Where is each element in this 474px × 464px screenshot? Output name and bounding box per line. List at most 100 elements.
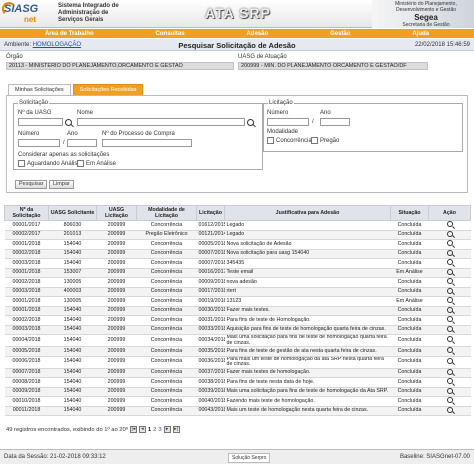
ano-label: Ano [67, 131, 78, 137]
ambiente-link[interactable]: HOMOLOGAÇÃO [33, 42, 81, 48]
col-uasg-solicitante: UASG Solicitante [48, 205, 97, 221]
pesquisar-button[interactable]: Pesquisar [15, 180, 48, 189]
nav-ajuda[interactable]: Ajuda [412, 31, 429, 37]
filter-panel: Solicitação Nº da UASG Nome Número / Ano… [6, 95, 468, 193]
nav-consultas[interactable]: Consultas [156, 31, 185, 37]
col-modalidade: Modalidade de Licitação [136, 205, 197, 221]
view-detail-icon[interactable] [446, 406, 453, 413]
view-detail-icon[interactable] [446, 387, 453, 394]
org-info: Ministério do Planejamento, Desenvolvime… [380, 1, 472, 28]
header: SIASG net Sistema Integrado de Administr… [0, 0, 474, 28]
last-page-icon[interactable]: ▸| [172, 426, 180, 433]
concorrencia-checkbox[interactable] [267, 137, 274, 144]
ambiente: Ambiente: HOMOLOGAÇÃO [4, 42, 81, 48]
lic-numero-input[interactable] [267, 118, 309, 126]
cell-justificativa: rtert [224, 287, 391, 297]
ano-input[interactable] [67, 139, 97, 147]
page-1[interactable]: 1 [148, 427, 151, 433]
cell-situacao: Concluída [390, 239, 429, 250]
cell-acao [428, 287, 471, 297]
table-row: 00002/2018 154040 200999 Concorrência 00031/… [4, 315, 471, 326]
concorrencia-label: Concorrência [276, 138, 312, 144]
system-name-line: Serviços Gerais [58, 17, 104, 23]
em-analise-checkbox[interactable] [77, 160, 84, 167]
view-detail-icon[interactable] [446, 368, 453, 375]
uasg-search-icon[interactable] [65, 119, 72, 126]
siasg-logo[interactable]: SIASG net [2, 2, 56, 26]
cell-modalidade: Concorrência [136, 406, 197, 416]
cell-numero: 00002/2018 [4, 249, 49, 259]
view-detail-icon[interactable] [446, 221, 453, 227]
view-detail-icon[interactable] [446, 316, 453, 322]
nome-search-icon[interactable] [247, 119, 254, 126]
cell-acao [428, 346, 471, 357]
table-row: 00010/2018 154040 200999 Concorrência 00040/… [4, 396, 471, 407]
processo-input[interactable] [102, 139, 192, 147]
lic-ano-input[interactable] [320, 118, 350, 126]
cell-uasg-licitacao: 200999 [96, 249, 137, 259]
tab-minhas-solicitacoes[interactable]: Minhas Solicitações [8, 84, 71, 95]
aguardando-checkbox[interactable] [18, 160, 25, 167]
app-title: ATA SRP [205, 5, 271, 21]
view-detail-icon[interactable] [446, 357, 453, 364]
cell-justificativa: 13123 [224, 296, 391, 307]
view-detail-icon[interactable] [446, 306, 453, 313]
cell-numero: 00003/2018 [4, 287, 49, 297]
nav-adesao[interactable]: Adesão [246, 31, 268, 37]
uasg-input[interactable] [18, 118, 63, 126]
table-row: 00007/2018 154040 200999 Concorrência 00037/… [4, 368, 471, 378]
em-analise-label: Em Análise [86, 161, 117, 167]
prev-page-icon[interactable]: ◂ [138, 426, 146, 433]
page-2[interactable]: 2 [153, 427, 156, 433]
view-detail-icon[interactable] [446, 240, 453, 246]
cell-acao [428, 296, 471, 307]
view-detail-icon[interactable] [446, 230, 453, 237]
view-detail-icon[interactable] [446, 287, 453, 294]
first-page-icon[interactable]: |◂ [129, 426, 137, 433]
cell-uasg-solicitante: 154040 [48, 315, 97, 326]
cell-acao [428, 315, 471, 326]
cell-uasg-solicitante: 154040 [48, 368, 97, 378]
nav-area-de-trabalho[interactable]: Área de Trabalho [45, 31, 94, 37]
cell-acao [428, 387, 471, 397]
cell-modalidade: Concorrência [136, 239, 197, 250]
next-page-icon[interactable]: ▸ [163, 426, 171, 433]
cell-situacao: Concluída [390, 220, 429, 231]
cell-justificativa: Mais um teste de homologação nesta quart… [224, 406, 391, 416]
view-detail-icon[interactable] [446, 397, 453, 403]
limpar-button[interactable]: Limpar [49, 180, 74, 189]
page-3[interactable]: 3 [158, 427, 161, 433]
pregao-checkbox[interactable] [311, 137, 318, 144]
view-detail-icon[interactable] [446, 297, 453, 303]
cell-uasg-licitacao: 200999 [96, 258, 137, 269]
view-detail-icon[interactable] [446, 259, 453, 265]
pregao-label: Pregão [320, 138, 340, 144]
orgao-field: 20113 - MINISTERIO DO PLANEJAMENTO,ORCAM… [6, 62, 234, 70]
cell-justificativa: Fazer mais testes de homologação. [224, 368, 391, 378]
table-row: 00008/2018 154040 200999 Concorrência 00038/… [4, 377, 471, 388]
cell-licitacao: 00037/2018 [196, 368, 225, 378]
cell-licitacao: 00038/2018 [196, 377, 225, 388]
numero-input[interactable] [18, 139, 60, 147]
cell-uasg-licitacao: 200999 [96, 396, 137, 407]
cell-justificativa: Para fins de teste nesta data de hoje. [224, 377, 391, 388]
view-detail-icon[interactable] [446, 336, 453, 343]
view-detail-icon[interactable] [446, 347, 453, 353]
tab-solicitacoes-recebidas[interactable]: Solicitações Recebidas [72, 84, 144, 95]
view-detail-icon[interactable] [446, 378, 453, 384]
cell-numero: 00001/2017 [4, 220, 49, 231]
cell-acao [428, 368, 471, 378]
tab-bar: Minhas Solicitações Solicitações Recebid… [8, 84, 145, 95]
cell-numero: 00007/2018 [4, 368, 49, 378]
main-nav: Área de Trabalho Consultas Adesão Gestão… [0, 29, 474, 38]
cell-acao [428, 230, 471, 240]
cell-situacao: Concluída [390, 387, 429, 397]
cell-situacao: Concluída [390, 287, 429, 297]
nav-gestao[interactable]: Gestão [330, 31, 350, 37]
view-detail-icon[interactable] [446, 268, 453, 275]
view-detail-icon[interactable] [446, 278, 453, 284]
cell-justificativa: nova adesão [224, 277, 391, 288]
nome-input[interactable] [77, 118, 245, 126]
view-detail-icon[interactable] [446, 249, 453, 256]
view-detail-icon[interactable] [446, 325, 453, 332]
